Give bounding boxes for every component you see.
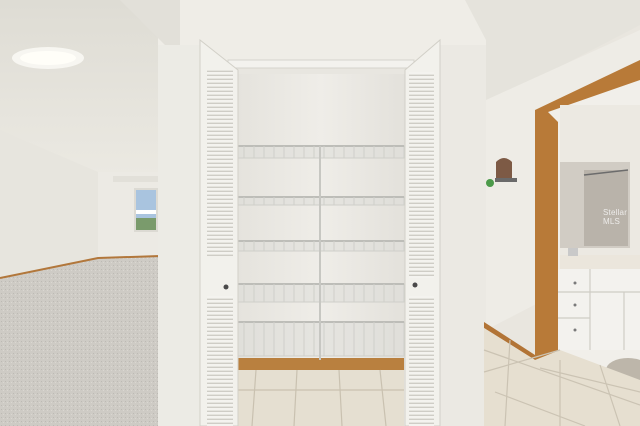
left-room xyxy=(0,0,161,426)
right-louver-door[interactable] xyxy=(404,38,441,426)
carpet-floor xyxy=(0,256,160,426)
vanity-cabinet xyxy=(558,269,640,350)
door-knob-icon xyxy=(223,284,229,290)
left-louver-door[interactable] xyxy=(199,38,239,426)
closet-tile-floor xyxy=(237,370,404,426)
pantry xyxy=(120,0,486,426)
watermark-text: Stellar MLS xyxy=(603,208,628,226)
door-knob-icon xyxy=(412,282,418,288)
room-photo xyxy=(0,0,640,426)
faucet-icon xyxy=(568,248,578,256)
vanity-top xyxy=(560,255,640,269)
